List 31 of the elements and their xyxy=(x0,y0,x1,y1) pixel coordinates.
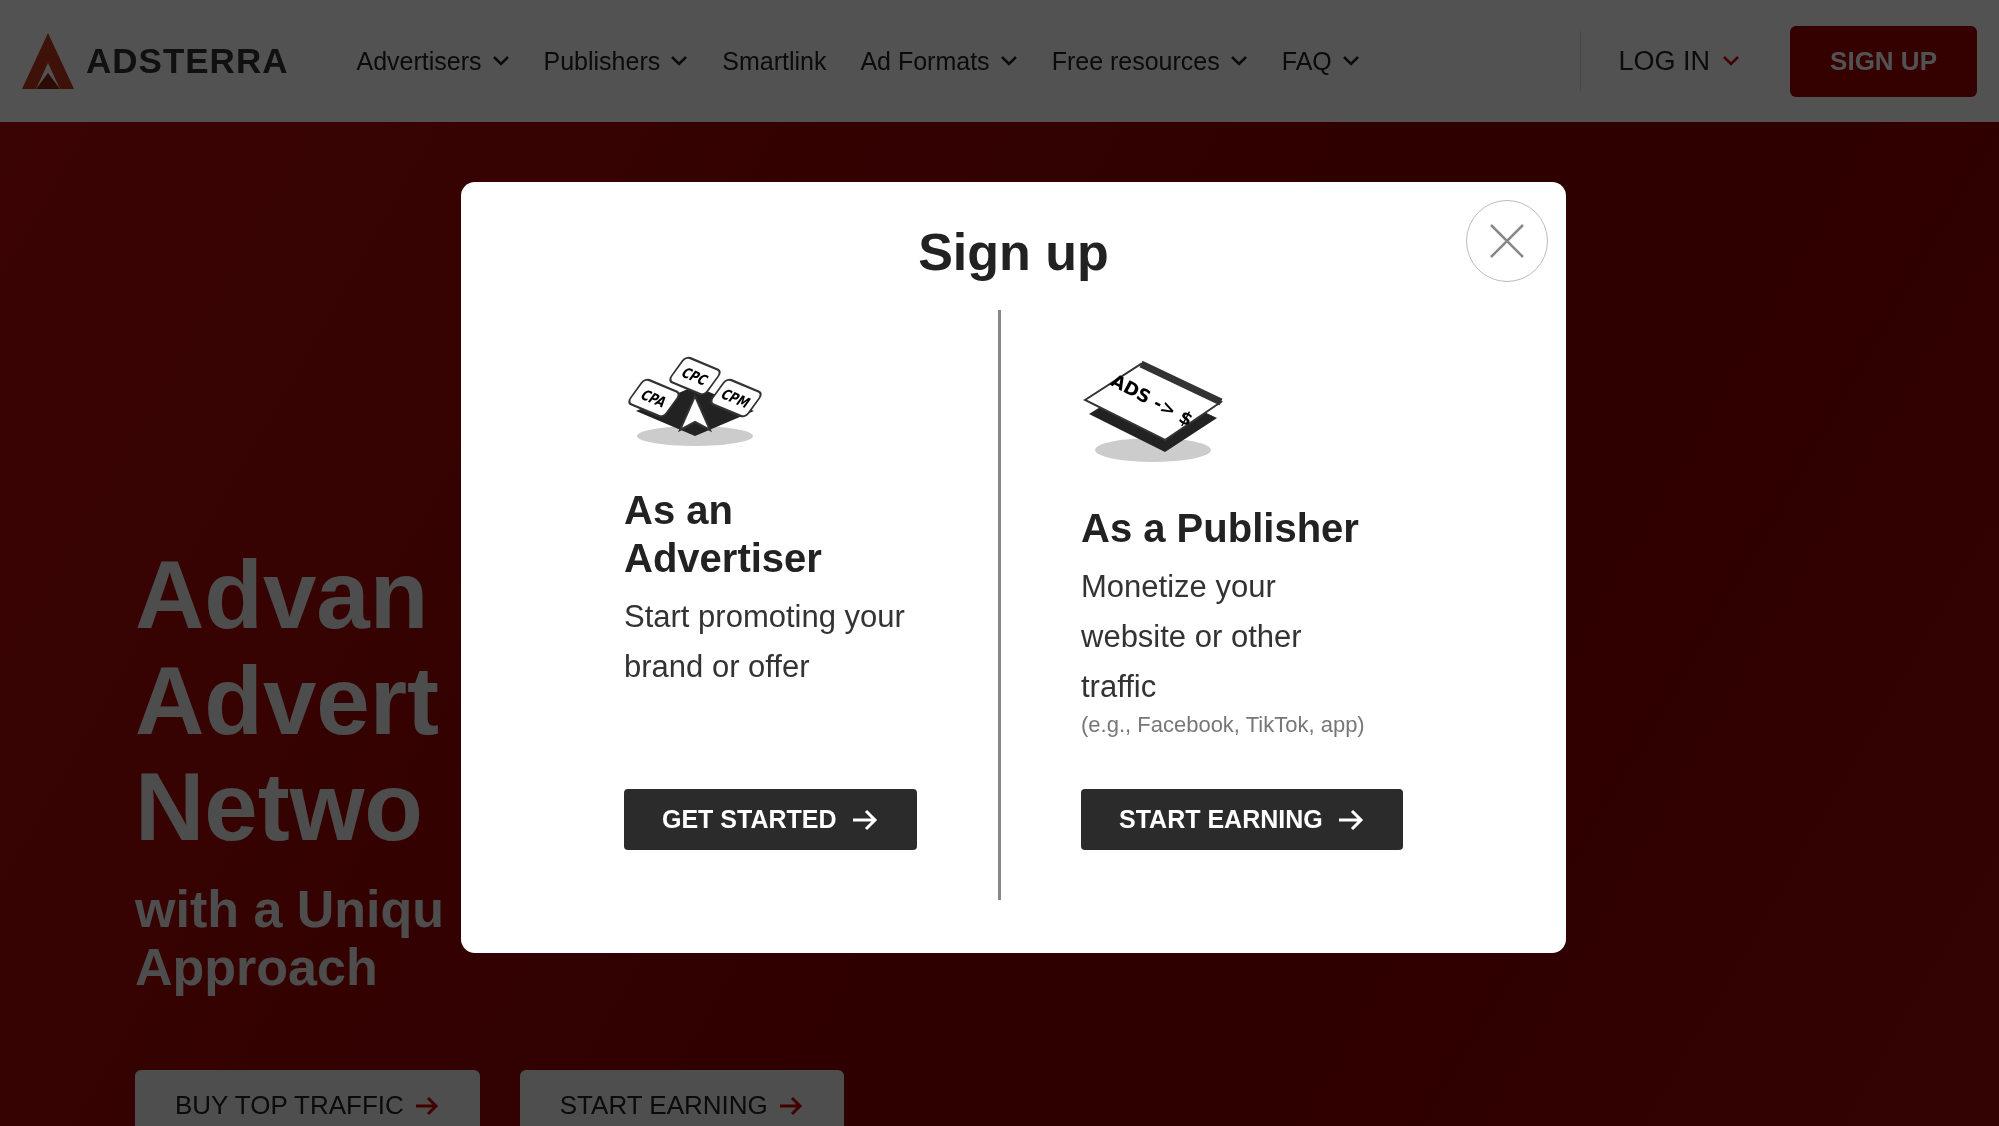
nav-link[interactable]: Advertisers xyxy=(356,46,510,76)
option-heading: As an Advertiser xyxy=(624,487,823,582)
arrow-right-icon xyxy=(850,808,879,831)
option-description: Monetize your website or other traffic xyxy=(1081,568,1303,706)
nav-link[interactable]: Free resources xyxy=(1051,46,1248,76)
nav-link[interactable]: Ad Formats xyxy=(860,46,1018,76)
hero-title-line: Advert xyxy=(135,648,440,754)
log-in-link[interactable]: LOG IN xyxy=(1618,45,1741,77)
pricing-tiles-drawing: CPC CPA CPM xyxy=(624,356,766,448)
hero-title-line: Advan xyxy=(135,542,429,648)
option-button[interactable]: START EARNING xyxy=(1081,789,1403,850)
arrow-right-icon xyxy=(1336,808,1365,831)
arrow-right-icon xyxy=(777,1095,804,1116)
sign-up-button[interactable]: SIGN UP xyxy=(1790,25,1977,97)
nav-link[interactable]: Publishers xyxy=(543,46,689,76)
option-description: Start promoting your brand or offer xyxy=(624,598,906,686)
option-heading: As a Publisher xyxy=(1081,505,1360,552)
option-button[interactable]: GET STARTED xyxy=(624,789,917,850)
logo-text[interactable]: ADSTERRA xyxy=(86,41,289,81)
hero-button[interactable]: BUY TOP TRAFFIC xyxy=(135,1070,480,1126)
nav-link[interactable]: Smartlink xyxy=(722,46,827,76)
hero-title-line: Netwo xyxy=(135,754,423,860)
nav-link[interactable]: FAQ xyxy=(1281,46,1360,76)
hero-subtitle-line: with a Uniqu xyxy=(135,880,445,938)
hero-button[interactable]: START EARNING xyxy=(519,1070,844,1126)
logo-icon xyxy=(22,33,74,89)
arrow-right-icon xyxy=(413,1095,440,1116)
hero-subtitle-line: Approach xyxy=(135,938,378,996)
dialog-title: Sign up xyxy=(918,222,1109,282)
option-note: (e.g., Facebook, TikTok, app) xyxy=(1081,712,1365,738)
chevron-down-icon xyxy=(1722,55,1741,67)
